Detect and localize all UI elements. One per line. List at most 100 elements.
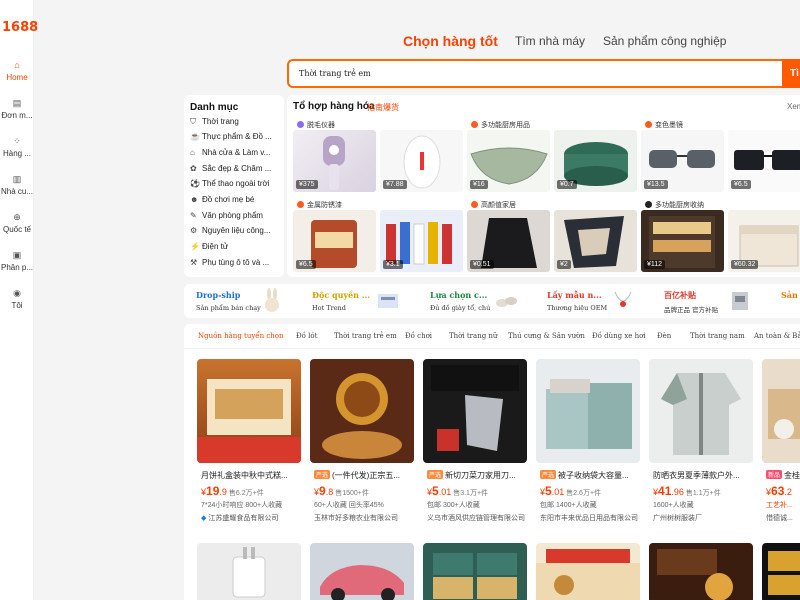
product-card[interactable] <box>536 543 640 600</box>
shop-name[interactable]: 惜德诚... <box>766 513 793 523</box>
category-item-toys[interactable]: ☻ Đồ chơi mẹ bé <box>190 195 282 204</box>
feed-tab-mens-fashion[interactable]: Thời trang nam <box>690 332 745 340</box>
shop-name[interactable]: 玉林市好多粮农业有限公司 <box>314 513 398 523</box>
shop-name[interactable]: 义乌市酒风供应链管理有限公司 <box>427 513 525 523</box>
tab-find-factory[interactable]: Tìm nhà máy <box>515 34 585 48</box>
product-image[interactable]: ¥375 <box>293 130 376 192</box>
product-card[interactable]: 月饼礼盒装中秋中式糕... ¥19.9 售6.2万+件 7*24小时响应 800+… <box>197 359 301 539</box>
product-card[interactable] <box>762 543 800 600</box>
product-card[interactable]: 严选 (一件代发)正宗五... ¥9.8 售1500+件 60+人收藏 回头率45%… <box>310 359 414 539</box>
product-image[interactable] <box>649 359 753 463</box>
rail-item-distribution[interactable]: ▣ Phân p... <box>0 250 34 272</box>
service-exclusive[interactable]: Độc quyền ... Hot Trend <box>312 288 404 314</box>
search-button[interactable]: Tì <box>782 59 800 88</box>
price-tag: ¥60.32 <box>731 260 759 269</box>
price-tag: ¥2 <box>557 260 571 269</box>
category-item-materials[interactable]: ⚙ Nguyên liệu công... <box>190 226 282 235</box>
rail-label: Nhà cu... <box>0 187 33 196</box>
service-products[interactable]: Sản p... <box>781 288 800 314</box>
feed-tab-safety[interactable]: An toàn & Bảo <box>754 332 800 340</box>
product-image[interactable]: ¥6.5 <box>728 130 800 192</box>
feed-tab-curated[interactable]: Nguồn hàng tuyển chọn <box>198 332 284 340</box>
category-item-food[interactable]: ☕ Thực phẩm & Đồ ... <box>190 132 282 141</box>
product-card[interactable] <box>310 543 414 600</box>
feed-tab-underwear[interactable]: Đồ lót <box>296 332 317 340</box>
feed-tab-womens-fashion[interactable]: Thời trang nữ <box>449 332 497 340</box>
shop-name[interactable]: 东阳市丰来优品日用品有限公司 <box>540 513 638 523</box>
service-drop-ship[interactable]: Drop-ship Sản phẩm bán chạy <box>196 288 288 314</box>
category-item-beauty[interactable]: ✿ Sắc đẹp & Chăm ... <box>190 164 282 173</box>
rail-item-orders[interactable]: ▤ Đơn m... <box>0 98 34 120</box>
feed-tab-toys[interactable]: Đồ chơi <box>405 332 432 340</box>
tag-icon <box>378 294 398 308</box>
feed-tab-car-supplies[interactable]: Đồ dùng xe hơi <box>592 332 646 340</box>
service-sampling[interactable]: Lấy mẫu n... Thương hiệu OEM <box>547 288 639 314</box>
product-image[interactable] <box>197 359 301 463</box>
product-image[interactable]: ¥60.32 <box>728 210 800 272</box>
rail-item-me[interactable]: ◉ Tôi <box>0 288 34 310</box>
product-card[interactable]: 防晒衣男夏季薄款户外... ¥41.96 售1.1万+件 1600+人收藏 广州树… <box>649 359 753 539</box>
product-card[interactable]: 严选 新切刀菜刀家用刀... ¥5.01 售3.1万+件 包邮 300+人收藏 义乌… <box>423 359 527 539</box>
price-tag: ¥3.1 <box>383 260 403 269</box>
combo-group[interactable]: 高颜值家居 ¥0.51 ¥2 <box>467 198 637 274</box>
product-card[interactable]: 严选 被子收纳袋大容量... ¥5.01 售2.6万+件 包邮 1400+人收藏 东… <box>536 359 640 539</box>
combo-more-link[interactable]: Xem <box>787 102 800 111</box>
product-image[interactable] <box>762 359 800 463</box>
rail-item-goods[interactable]: ⁘ Hàng ... <box>0 136 34 158</box>
category-item-home[interactable]: ⌂ Nhà cửa & Làm v... <box>190 148 282 157</box>
storage-bag-image <box>546 379 632 449</box>
rail-item-international[interactable]: ⊕ Quốc tế <box>0 212 34 234</box>
category-item-stationery[interactable]: ✎ Văn phòng phẩm <box>190 211 282 220</box>
category-item-sports[interactable]: ⚽ Thể thao ngoài trời <box>190 179 282 188</box>
product-image[interactable]: ¥112 <box>641 210 724 272</box>
product-image[interactable]: ¥7.88 <box>380 130 463 192</box>
product-note: 1600+人收藏 <box>653 502 694 509</box>
price-tag: ¥7.88 <box>383 180 407 189</box>
product-image[interactable]: ¥6.5 <box>293 210 376 272</box>
product-image[interactable]: ¥0.51 <box>467 210 550 272</box>
combo-group[interactable]: 脱毛仪器 ¥375 ¥7.88 <box>293 118 463 194</box>
shop-name[interactable]: ◆ 江苏盛耀食品有限公司 <box>201 513 278 523</box>
product-image[interactable]: ¥13.5 <box>641 130 724 192</box>
combo-subtitle[interactable]: 指南爆货 <box>367 102 399 113</box>
product-card[interactable] <box>423 543 527 600</box>
combo-title: Tổ hợp hàng hóa <box>293 101 375 112</box>
rail-item-supplier[interactable]: ▥ Nhà cu... <box>0 174 34 196</box>
product-card[interactable] <box>649 543 753 600</box>
category-item-electronics[interactable]: ⚡ Điện tử <box>190 242 282 251</box>
service-subsidy[interactable]: 百亿补贴 品牌正品 官方补贴 <box>664 288 756 314</box>
product-image[interactable] <box>423 359 527 463</box>
product-card[interactable] <box>197 543 301 600</box>
product-image[interactable]: ¥16 <box>467 130 550 192</box>
feed-tab-kids-fashion[interactable]: Thời trang trẻ em <box>334 332 397 340</box>
product-image[interactable] <box>536 359 640 463</box>
product-image[interactable] <box>310 359 414 463</box>
shop-name[interactable]: 广州树树服装厂 <box>653 513 702 523</box>
jacket-image <box>661 373 741 455</box>
category-item-fashion[interactable]: ⛉ Thời trang <box>190 117 282 127</box>
product-image[interactable]: ¥3.1 <box>380 210 463 272</box>
category-item-auto-parts[interactable]: ⚒ Phụ tùng ô tô và ... <box>190 258 282 267</box>
combo-group[interactable]: 金属防锈漆 ¥6.5 ¥3.1 <box>293 198 463 274</box>
rail-item-home[interactable]: ⌂ Home <box>0 60 34 82</box>
product-note: 包邮 300+人收藏 <box>427 502 480 509</box>
egg-yolk-pastry-image <box>657 549 733 600</box>
feed-tab-lights[interactable]: Đèn <box>657 332 671 340</box>
search-input[interactable]: Thời trang trẻ em <box>287 59 787 88</box>
tissue-boxes-image <box>433 553 517 599</box>
combo-group[interactable]: 多功能厨房用品 ¥16 ¥0.7 <box>467 118 637 194</box>
tab-industrial-products[interactable]: Sản phẩm công nghiệp <box>603 34 726 48</box>
order-icon: ▤ <box>12 98 22 108</box>
combo-group[interactable]: 变色墨镜 ¥13.5 ¥6.5 <box>641 118 800 194</box>
product-image[interactable]: ¥0.7 <box>554 130 637 192</box>
flower-icon: ✿ <box>190 164 197 173</box>
service-selection[interactable]: Lựa chọn c... Đủ đồ giày tổ, chú <box>430 288 522 314</box>
feed-tab-pets-garden[interactable]: Thú cưng & Sân vườn <box>508 332 585 340</box>
rail-label: Quốc tế <box>2 225 31 234</box>
product-price: ¥5.01 售2.6万+件 <box>540 484 602 498</box>
tab-good-products[interactable]: Chọn hàng tốt <box>403 33 498 49</box>
combo-group[interactable]: 多功能厨房收纳 ¥112 ¥60.32 <box>641 198 800 274</box>
product-image[interactable]: ¥2 <box>554 210 637 272</box>
logo[interactable]: 1688 <box>2 20 38 35</box>
product-card[interactable]: 新品金桂... ¥63.2 工艺补... 惜德诚... <box>762 359 800 539</box>
